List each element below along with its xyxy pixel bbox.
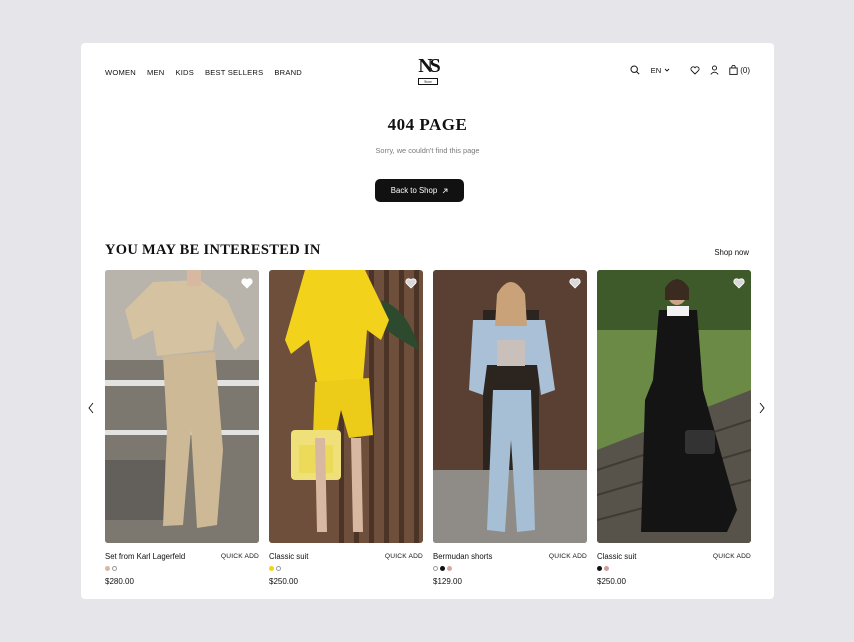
cart-count: (0) xyxy=(740,65,750,75)
quick-add-button[interactable]: QUICK ADD xyxy=(713,553,751,560)
color-swatch[interactable] xyxy=(269,566,274,571)
wishlist-heart-icon[interactable] xyxy=(733,276,745,294)
carousel-next-button[interactable] xyxy=(759,401,765,419)
product-card[interactable]: Classic suit QUICK ADD $250.00 xyxy=(597,270,751,586)
user-icon[interactable] xyxy=(710,65,719,75)
product-meta: Classic suit QUICK ADD xyxy=(269,552,423,561)
wishlist-heart-icon[interactable] xyxy=(241,276,253,294)
color-swatch[interactable] xyxy=(433,566,438,571)
color-swatches xyxy=(433,566,587,571)
nav-item-best-sellers[interactable]: BEST SELLERS xyxy=(205,68,263,77)
product-carousel: Set from Karl Lagerfeld QUICK ADD $280.0… xyxy=(105,270,751,586)
bag-icon xyxy=(729,65,738,75)
color-swatch[interactable] xyxy=(447,566,452,571)
brand-logo[interactable]: NS Store xyxy=(417,55,441,89)
page: WOMEN MEN KIDS BEST SELLERS BRAND NS Sto… xyxy=(81,43,774,599)
chevron-left-icon xyxy=(88,402,94,414)
product-meta: Set from Karl Lagerfeld QUICK ADD xyxy=(105,552,259,561)
color-swatches xyxy=(597,566,751,571)
color-swatches xyxy=(269,566,423,571)
product-image[interactable] xyxy=(597,270,751,543)
header-actions: EN (0) xyxy=(630,65,750,75)
quick-add-button[interactable]: QUICK ADD xyxy=(221,553,259,560)
back-to-shop-label: Back to Shop xyxy=(390,186,438,195)
search-icon[interactable] xyxy=(630,65,640,75)
nav-item-men[interactable]: MEN xyxy=(147,68,164,77)
nav-item-women[interactable]: WOMEN xyxy=(105,68,136,77)
main-nav: WOMEN MEN KIDS BEST SELLERS BRAND xyxy=(105,68,302,77)
product-card[interactable]: Set from Karl Lagerfeld QUICK ADD $280.0… xyxy=(105,270,259,586)
color-swatch[interactable] xyxy=(604,566,609,571)
product-image[interactable] xyxy=(105,270,259,543)
nav-item-kids[interactable]: KIDS xyxy=(175,68,194,77)
product-image[interactable] xyxy=(269,270,423,543)
product-meta: Bermudan shorts QUICK ADD xyxy=(433,552,587,561)
quick-add-button[interactable]: QUICK ADD xyxy=(385,553,423,560)
color-swatch[interactable] xyxy=(112,566,117,571)
page-title: 404 PAGE xyxy=(387,115,468,134)
product-name[interactable]: Classic suit xyxy=(269,552,308,561)
product-name[interactable]: Set from Karl Lagerfeld xyxy=(105,552,185,561)
color-swatches xyxy=(105,566,259,571)
product-card[interactable]: Classic suit QUICK ADD $250.00 xyxy=(269,270,423,586)
product-name[interactable]: Classic suit xyxy=(597,552,636,561)
nav-item-brand[interactable]: BRAND xyxy=(274,68,302,77)
product-price: $250.00 xyxy=(269,577,298,586)
quick-add-button[interactable]: QUICK ADD xyxy=(549,553,587,560)
product-name[interactable]: Bermudan shorts xyxy=(433,552,492,561)
carousel-prev-button[interactable] xyxy=(88,401,94,419)
product-meta: Classic suit QUICK ADD xyxy=(597,552,751,561)
color-swatch[interactable] xyxy=(276,566,281,571)
section-title: YOU MAY BE INTERESTED IN xyxy=(105,242,321,258)
language-label: EN xyxy=(650,65,662,75)
back-to-shop-button[interactable]: Back to Shop xyxy=(375,179,464,202)
cart-button[interactable]: (0) xyxy=(729,65,750,75)
language-selector[interactable]: EN xyxy=(651,66,671,75)
arrow-up-right-icon xyxy=(442,188,448,193)
product-price: $129.00 xyxy=(433,577,462,586)
product-card[interactable]: Bermudan shorts QUICK ADD $129.00 xyxy=(433,270,587,586)
color-swatch[interactable] xyxy=(597,566,602,571)
logo-tag: Store xyxy=(418,78,438,85)
wishlist-heart-icon[interactable] xyxy=(569,276,581,294)
logo-mark: NS xyxy=(418,55,441,77)
wishlist-heart-icon[interactable] xyxy=(405,276,417,294)
product-price: $250.00 xyxy=(597,577,626,586)
heart-icon[interactable] xyxy=(690,65,700,75)
color-swatch[interactable] xyxy=(440,566,445,571)
error-message: Sorry, we couldn't find this page xyxy=(375,146,480,155)
color-swatch[interactable] xyxy=(105,566,110,571)
chevron-right-icon xyxy=(759,402,765,414)
shop-now-link[interactable]: Shop now xyxy=(714,248,749,257)
product-image[interactable] xyxy=(433,270,587,543)
chevron-down-icon xyxy=(664,68,670,72)
product-price: $280.00 xyxy=(105,577,134,586)
